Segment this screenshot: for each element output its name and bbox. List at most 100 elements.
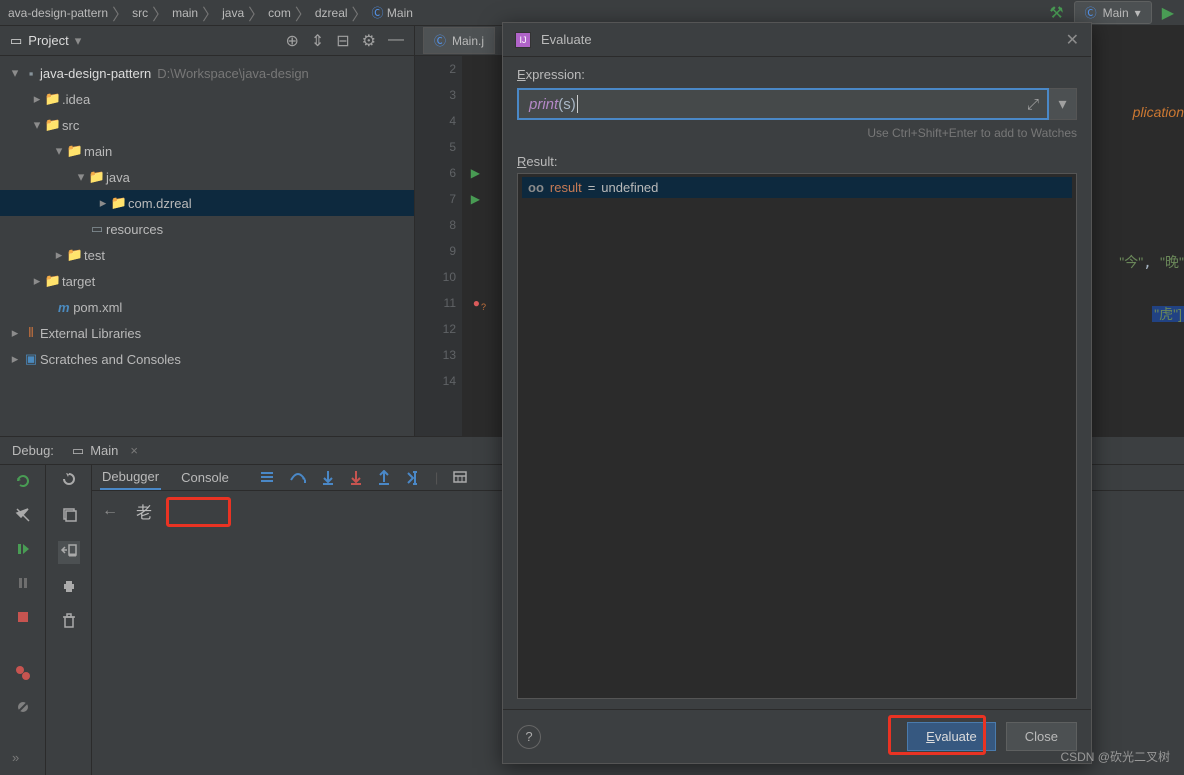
expand-tool-window-icon[interactable]: » bbox=[12, 750, 21, 765]
tree-item[interactable]: ▸📁.idea bbox=[0, 86, 414, 112]
result-panel[interactable]: oo result = undefined bbox=[517, 173, 1077, 699]
package-icon: 📁 bbox=[110, 195, 128, 211]
tree-item[interactable]: ▸📁target bbox=[0, 268, 414, 294]
stop-button[interactable] bbox=[13, 607, 33, 627]
source-folder-icon: 📁 bbox=[88, 169, 106, 185]
rerun-button[interactable] bbox=[13, 471, 33, 491]
intellij-icon: IJ bbox=[515, 32, 531, 48]
console-tab[interactable]: Console bbox=[179, 466, 231, 489]
tree-item[interactable]: ▾📁java bbox=[0, 164, 414, 190]
step-over-icon[interactable] bbox=[289, 470, 307, 486]
dialog-titlebar[interactable]: IJ Evaluate ✕ bbox=[503, 23, 1091, 57]
project-tree[interactable]: ▾▪java-design-patternD:\Workspace\java-d… bbox=[0, 56, 414, 376]
run-to-cursor-icon[interactable] bbox=[405, 470, 421, 486]
tree-root[interactable]: ▾▪java-design-patternD:\Workspace\java-d… bbox=[0, 60, 414, 86]
chevron-down-icon[interactable]: ▾ bbox=[75, 33, 82, 49]
resume-button[interactable] bbox=[13, 539, 33, 559]
breadcrumb-item[interactable]: com bbox=[268, 6, 291, 20]
breadcrumb-item[interactable]: java bbox=[222, 6, 244, 20]
tree-item[interactable]: ▸📁test bbox=[0, 242, 414, 268]
close-button[interactable]: Close bbox=[1006, 722, 1077, 751]
gutter[interactable]: 2 3 4 5 6▶ 7▶ 8 9 10 11●? 12 13 14 bbox=[415, 26, 463, 436]
folder-icon: 📁 bbox=[44, 117, 62, 133]
target-icon[interactable]: ⊕ bbox=[285, 31, 298, 51]
folder-icon: 📁 bbox=[44, 91, 62, 107]
tree-item[interactable]: ▭resources bbox=[0, 216, 414, 242]
result-label: RResult:esult: bbox=[517, 154, 1077, 169]
print-button[interactable] bbox=[61, 578, 77, 599]
run-config-dropdown[interactable]: ⒸMain ▾ bbox=[1074, 1, 1152, 24]
module-icon: ▪ bbox=[22, 66, 40, 81]
expand-icon[interactable]: ⇕ bbox=[311, 31, 324, 51]
tree-item-selected[interactable]: ▸📁com.dzreal bbox=[0, 190, 414, 216]
evaluate-dialog: IJ Evaluate ✕ EExpression:xpression: pri… bbox=[502, 22, 1092, 764]
breadcrumb-sep-icon: 〉 bbox=[295, 1, 311, 25]
debug-tab[interactable]: ▭Main× bbox=[72, 443, 138, 459]
tree-item[interactable]: m pom.xml bbox=[0, 294, 414, 320]
dialog-title: Evaluate bbox=[541, 32, 592, 47]
thread-dump-button[interactable] bbox=[58, 541, 80, 564]
view-breakpoints-button[interactable] bbox=[13, 663, 33, 683]
libraries-icon: ⫴ bbox=[22, 325, 40, 341]
breadcrumb-sep-icon: 〉 bbox=[152, 1, 168, 25]
watermark: CSDN @砍光二叉树 bbox=[1060, 748, 1170, 765]
evaluate-icon[interactable] bbox=[452, 470, 468, 486]
breadcrumb-sep-icon: 〉 bbox=[248, 1, 264, 25]
close-icon[interactable]: ✕ bbox=[1066, 30, 1079, 50]
tree-item[interactable]: ▸▣Scratches and Consoles bbox=[0, 346, 414, 372]
close-icon[interactable]: × bbox=[130, 443, 138, 458]
result-row[interactable]: oo result = undefined bbox=[522, 177, 1072, 198]
drop-frame-button[interactable] bbox=[61, 506, 77, 527]
debug-toolbar-frames bbox=[46, 465, 92, 775]
tree-item[interactable]: ▾📁src bbox=[0, 112, 414, 138]
hide-icon[interactable]: — bbox=[388, 31, 404, 51]
collapse-icon[interactable]: ⊟ bbox=[336, 31, 349, 51]
debug-toolbar-left bbox=[0, 465, 46, 775]
help-button[interactable]: ? bbox=[517, 725, 541, 749]
tree-item[interactable]: ▸⫴External Libraries bbox=[0, 320, 414, 346]
object-icon: oo bbox=[528, 180, 544, 195]
evaluate-button[interactable]: Evaluate bbox=[907, 722, 996, 751]
breadcrumb-item[interactable]: Ⓒ Main bbox=[372, 4, 413, 21]
debugger-tab[interactable]: Debugger bbox=[100, 465, 161, 490]
expand-icon[interactable]: ⤢ bbox=[1027, 96, 1039, 113]
breadcrumb-sep-icon: 〉 bbox=[112, 1, 128, 25]
step-into-icon[interactable] bbox=[321, 470, 335, 486]
threads-icon[interactable] bbox=[259, 470, 275, 486]
breadcrumb-item[interactable]: main bbox=[172, 6, 198, 20]
gear-icon[interactable]: ⚙ bbox=[362, 31, 376, 51]
maven-icon: m bbox=[58, 300, 70, 315]
pause-button[interactable] bbox=[13, 573, 33, 593]
breadcrumb-sep-icon: 〉 bbox=[202, 1, 218, 25]
project-panel: ▭ Project ▾ ⊕ ⇕ ⊟ ⚙ — ▾▪java-design-patte… bbox=[0, 26, 415, 436]
history-dropdown[interactable]: ▾ bbox=[1049, 88, 1077, 120]
target-folder-icon: 📁 bbox=[44, 273, 62, 289]
folder-icon: 📁 bbox=[66, 247, 84, 263]
trash-button[interactable] bbox=[62, 613, 76, 634]
chevron-down-icon: ▾ bbox=[1058, 94, 1066, 114]
breadcrumb-item[interactable]: dzreal bbox=[315, 6, 348, 20]
restart-frame-button[interactable] bbox=[61, 471, 77, 492]
hammer-icon[interactable]: ⚒ bbox=[1049, 3, 1063, 23]
expression-input[interactable]: print(s) ⤢ bbox=[517, 88, 1049, 120]
tree-item[interactable]: ▾📁main bbox=[0, 138, 414, 164]
folder-icon: 📁 bbox=[66, 143, 84, 159]
modify-run-button[interactable] bbox=[13, 505, 33, 525]
class-icon: Ⓒ bbox=[434, 32, 446, 49]
project-title: Project bbox=[28, 33, 68, 48]
force-step-into-icon[interactable] bbox=[349, 470, 363, 486]
frame-text[interactable]: 老 bbox=[136, 499, 152, 523]
project-icon: ▭ bbox=[10, 33, 22, 49]
run-icon[interactable]: ▶ bbox=[1162, 3, 1174, 23]
debug-title: Debug: bbox=[12, 443, 54, 458]
expression-label: EExpression:xpression: bbox=[517, 67, 1077, 82]
frame-arrow-icon[interactable]: ← bbox=[102, 502, 118, 520]
scratches-icon: ▣ bbox=[22, 351, 40, 367]
breadcrumb-item[interactable]: src bbox=[132, 6, 148, 20]
mute-breakpoints-button[interactable] bbox=[13, 697, 33, 717]
breadcrumb-item[interactable]: ava-design-pattern bbox=[8, 6, 108, 20]
hint-text: Use Ctrl+Shift+Enter to add to Watches bbox=[517, 126, 1077, 140]
resources-folder-icon: ▭ bbox=[88, 221, 106, 237]
chevron-down-icon: ▾ bbox=[1135, 6, 1141, 20]
step-out-icon[interactable] bbox=[377, 470, 391, 486]
